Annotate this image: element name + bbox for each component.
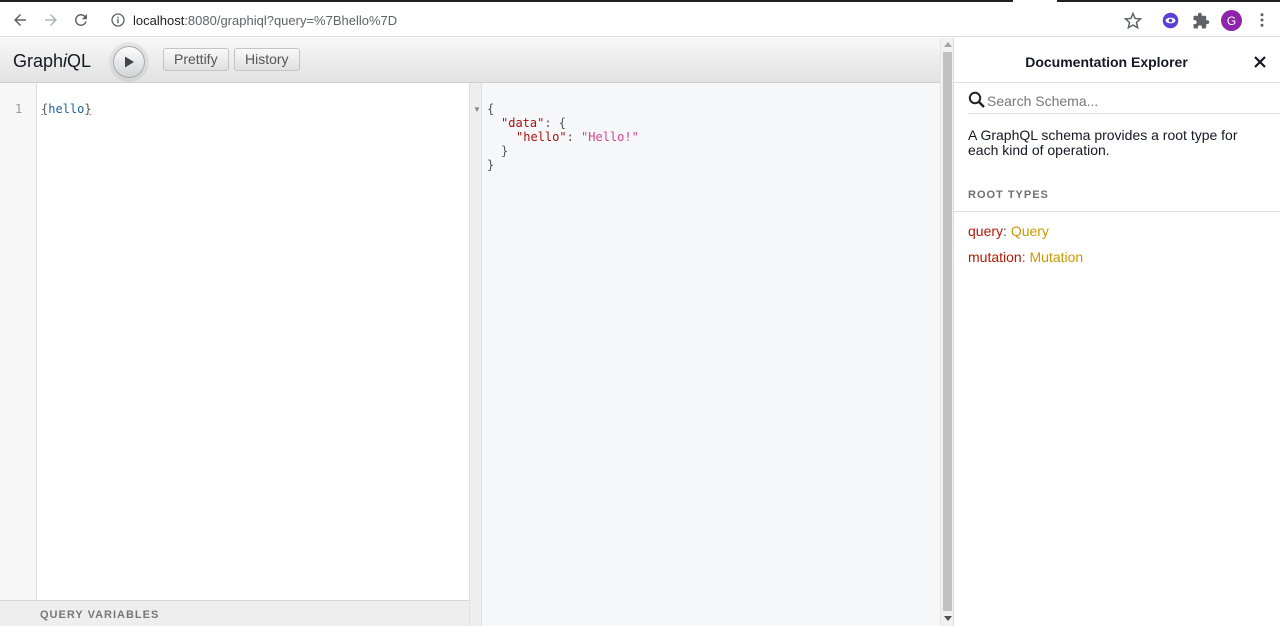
- json-key-data: "data": [501, 116, 545, 130]
- docs-header: Documentation Explorer: [954, 38, 1280, 83]
- profile-avatar[interactable]: G: [1221, 10, 1242, 31]
- back-button[interactable]: [7, 7, 33, 33]
- scroll-thumb[interactable]: [943, 52, 952, 611]
- json-string-value: "Hello!": [581, 130, 639, 144]
- field-name: query: [968, 223, 1004, 239]
- result-line: }: [487, 158, 495, 172]
- documentation-explorer: Documentation Explorer A GraphQL schema …: [953, 38, 1280, 626]
- json-key-hello: "hello": [516, 130, 567, 144]
- scroll-down-arrow-icon[interactable]: [944, 616, 952, 621]
- editor-result-divider[interactable]: [470, 83, 482, 626]
- result-line: {: [487, 102, 495, 116]
- docs-search: [968, 90, 1280, 114]
- title-part: Graph: [13, 51, 64, 71]
- graphiql-title: GraphiQL: [13, 51, 91, 72]
- json-punct: : {: [544, 116, 567, 130]
- query-close-brace: }: [84, 102, 92, 116]
- arrow-right-icon: [45, 14, 57, 26]
- arrow-left-icon: [14, 14, 26, 26]
- result-viewer: { "data": { "hello": "Hello!" } }: [482, 83, 940, 626]
- field-name: mutation: [968, 249, 1022, 265]
- reload-button[interactable]: [68, 7, 94, 33]
- type-link-query[interactable]: Query: [1011, 223, 1049, 239]
- more-menu-icon[interactable]: [1253, 11, 1271, 29]
- root-types-divider: [954, 211, 1280, 212]
- graphiql-app: GraphiQL Prettify History 1 {hello} QUER…: [0, 38, 1280, 626]
- search-schema-input[interactable]: [987, 91, 1267, 111]
- url-text[interactable]: localhost:8080/graphiql?query=%7Bhello%7…: [133, 13, 397, 28]
- type-link-mutation[interactable]: Mutation: [1029, 249, 1083, 265]
- url-host: localhost: [133, 13, 185, 28]
- execute-query-button[interactable]: [113, 46, 145, 78]
- graphiql-topbar: GraphiQL Prettify History: [0, 38, 940, 83]
- json-punct: :: [566, 130, 582, 144]
- query-variables-label: QUERY VARIABLES: [40, 609, 160, 621]
- scroll-up-arrow-icon[interactable]: [944, 42, 952, 47]
- extension-eye-icon[interactable]: [1162, 12, 1179, 29]
- prettify-button[interactable]: Prettify: [163, 48, 229, 71]
- field-colon: :: [1003, 223, 1011, 239]
- docs-description: A GraphQL schema provides a root type fo…: [968, 127, 1238, 158]
- history-button[interactable]: History: [234, 48, 300, 71]
- browser-toolbar: localhost:8080/graphiql?query=%7Bhello%7…: [0, 2, 1280, 37]
- root-type-query: query: Query: [968, 223, 1049, 239]
- result-line: "data": {: [501, 116, 566, 130]
- result-scrollbar[interactable]: [940, 38, 953, 626]
- result-line: }: [501, 144, 509, 158]
- info-icon[interactable]: [110, 12, 126, 28]
- bookmark-star-icon[interactable]: [1124, 12, 1142, 30]
- fold-arrow-icon[interactable]: ▼: [473, 105, 481, 114]
- root-type-mutation: mutation: Mutation: [968, 249, 1083, 265]
- url-path: :8080/graphiql?query=%7Bhello%7D: [184, 13, 398, 28]
- result-line: "hello": "Hello!": [516, 130, 639, 144]
- close-icon[interactable]: [1253, 55, 1267, 69]
- address-bar[interactable]: localhost:8080/graphiql?query=%7Bhello%7…: [101, 6, 1153, 34]
- query-editor[interactable]: 1 {hello}: [0, 83, 470, 600]
- query-field: hello: [48, 102, 85, 116]
- root-types-heading: ROOT TYPES: [968, 189, 1049, 201]
- docs-title: Documentation Explorer: [1025, 54, 1188, 70]
- line-number: 1: [15, 102, 23, 116]
- profile-initial: G: [1226, 13, 1237, 28]
- reload-icon: [74, 13, 87, 26]
- line-number-gutter: 1: [0, 83, 37, 600]
- extensions-puzzle-icon[interactable]: [1192, 12, 1210, 30]
- query-variables-bar[interactable]: QUERY VARIABLES: [0, 600, 470, 626]
- forward-button[interactable]: [38, 7, 64, 33]
- play-icon: [125, 56, 134, 68]
- title-part-end: QL: [67, 51, 92, 71]
- search-icon: [968, 91, 985, 108]
- query-code[interactable]: {hello}: [41, 102, 92, 116]
